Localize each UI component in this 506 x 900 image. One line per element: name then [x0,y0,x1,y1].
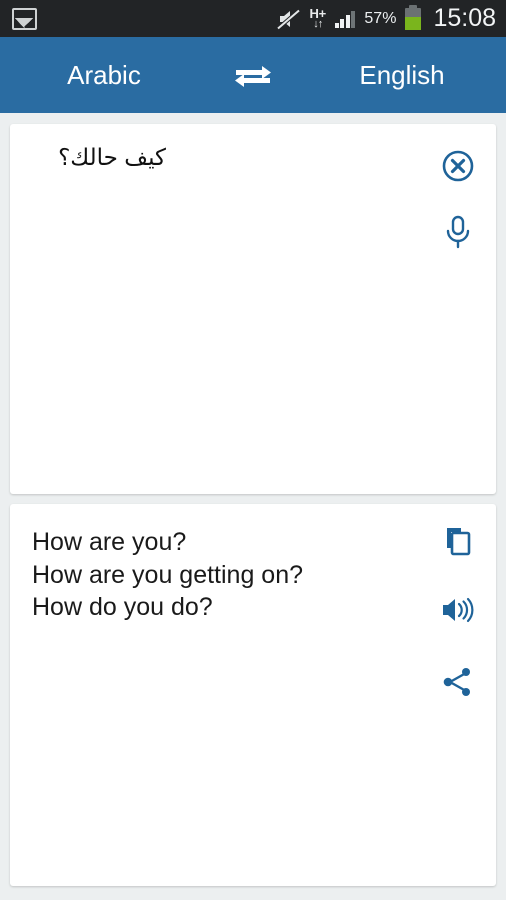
share-button[interactable] [430,654,486,710]
speak-button[interactable] [430,582,486,638]
source-language-button[interactable]: Arabic [0,62,208,88]
source-text-card[interactable]: كيف حالك؟ [10,124,496,494]
battery-icon [405,4,422,30]
source-card-inner: كيف حالك؟ [10,124,496,494]
source-card-actions [420,124,496,494]
network-data-arrows: ↓↑ [313,18,323,30]
language-header: Arabic English [0,37,506,113]
status-bar-clock: 15:08 [433,4,496,32]
share-icon [443,668,470,696]
sound-muted-icon [276,8,300,30]
source-text-input[interactable]: كيف حالك؟ [0,142,166,173]
gallery-image-icon [12,7,37,30]
translation-line: How are you getting on? [32,560,304,589]
target-card-actions [420,504,496,886]
clear-circle-x-icon [442,150,474,182]
battery-percent-label: 57% [364,9,397,27]
copy-icon [447,528,471,556]
status-bar: H+ ↓↑ 57% 15:08 [0,0,506,37]
swap-languages-icon [235,66,271,87]
target-language-button[interactable]: English [298,62,506,88]
status-bar-system-icons: H+ ↓↑ 57% 15:08 [276,4,496,32]
translation-text: How are you? How are you getting on? How… [32,526,432,624]
signal-bars-icon [334,10,356,28]
clear-button[interactable] [430,138,486,194]
copy-button[interactable] [430,514,486,570]
voice-input-button[interactable] [430,204,486,260]
speaker-volume-icon [443,597,474,623]
translation-line: How do you do? [32,593,213,621]
app-root: H+ ↓↑ 57% 15:08 Arabic English كيف حالك؟… [0,0,506,900]
network-type-icon: H+ ↓↑ [310,7,327,30]
translation-result-card[interactable]: How are you? How are you getting on? How… [10,504,496,886]
translation-line: How are you? [32,528,187,556]
target-card-inner: How are you? How are you getting on? How… [10,504,496,886]
swap-languages-button[interactable] [208,58,298,92]
status-bar-notifications [12,7,37,30]
microphone-icon [446,215,470,249]
